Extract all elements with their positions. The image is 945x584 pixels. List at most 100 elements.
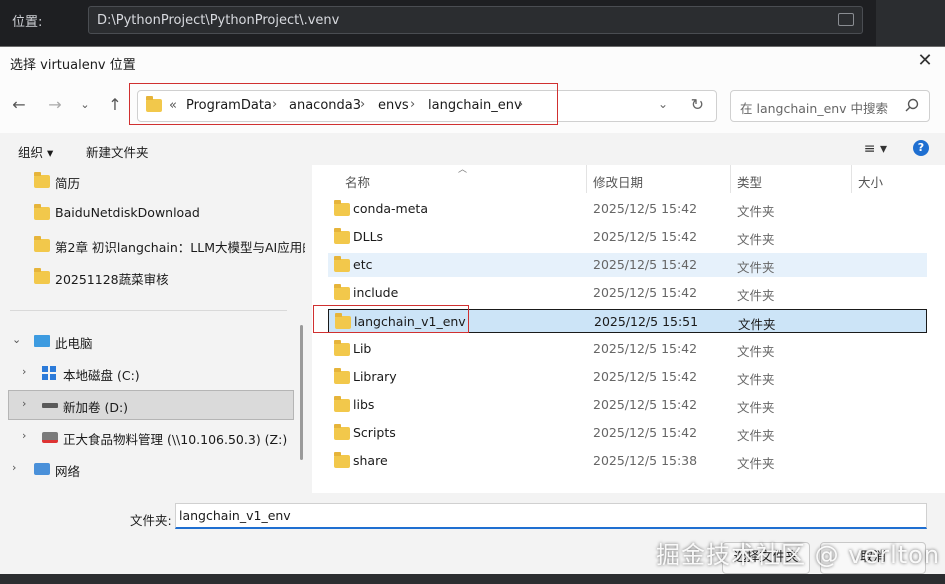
folder-icon [334, 368, 350, 384]
sidebar-item-label: BaiduNetdiskDownload [55, 205, 200, 220]
file-row[interactable]: conda-meta 2025/12/5 15:42 文件夹 [328, 197, 927, 221]
sort-ascending-icon: ︿ [458, 165, 468, 175]
recent-dropdown-icon[interactable]: ⌄ [74, 94, 96, 116]
file-row[interactable]: Scripts 2025/12/5 15:42 文件夹 [328, 421, 927, 445]
folder-icon [34, 172, 50, 188]
file-row[interactable]: etc 2025/12/5 15:42 文件夹 [328, 253, 927, 277]
new-folder-button[interactable]: 新建文件夹 [86, 142, 149, 161]
search-placeholder: 在 langchain_env 中搜索 [740, 101, 889, 116]
back-arrow-icon[interactable]: ← [8, 94, 30, 116]
file-row[interactable]: libs 2025/12/5 15:42 文件夹 [328, 393, 927, 417]
folder-icon [334, 200, 350, 216]
file-type: 文件夹 [737, 260, 775, 275]
forward-arrow-icon[interactable]: → [44, 94, 66, 116]
file-type: 文件夹 [737, 288, 775, 303]
file-date: 2025/12/5 15:42 [593, 257, 698, 272]
column-date[interactable]: 修改日期 [593, 172, 643, 191]
search-icon[interactable] [905, 98, 919, 112]
chevron-right-icon[interactable]: › [12, 461, 16, 474]
sidebar-item-drive-d[interactable]: › 新加卷 (D:) [8, 390, 294, 420]
sidebar-item-label: 网络 [55, 464, 81, 479]
sidebar-item-drive-z[interactable]: › 正大食品物料管理 (\\10.106.50.3) (Z:) [0, 423, 295, 451]
file-date: 2025/12/5 15:42 [593, 369, 698, 384]
file-type: 文件夹 [737, 428, 775, 443]
browse-folder-icon[interactable] [838, 13, 854, 26]
sidebar-item-label: 新加卷 (D:) [63, 400, 129, 415]
search-box[interactable]: 在 langchain_env 中搜索 [730, 90, 930, 122]
highlight-box [313, 305, 469, 333]
file-name: Scripts [353, 425, 396, 440]
organize-menu[interactable]: 组织 ▾ [18, 142, 53, 161]
folder-icon [34, 236, 50, 252]
sidebar-item-label: 简历 [55, 176, 81, 191]
file-row[interactable]: DLLs 2025/12/5 15:42 文件夹 [328, 225, 927, 249]
column-separator[interactable] [586, 165, 587, 193]
file-name: Lib [353, 341, 372, 356]
ide-status-bar [0, 574, 945, 584]
refresh-icon[interactable]: ↻ [691, 95, 704, 114]
windows-drive-icon [42, 366, 56, 380]
folder-icon [334, 228, 350, 244]
sidebar-scrollbar[interactable] [300, 325, 303, 460]
column-separator[interactable] [730, 165, 731, 193]
column-separator[interactable] [851, 165, 852, 193]
sidebar-item[interactable]: 简历 [0, 167, 295, 195]
file-name: DLLs [353, 229, 384, 244]
file-date: 2025/12/5 15:38 [593, 453, 698, 468]
file-row[interactable]: share 2025/12/5 15:38 文件夹 [328, 449, 927, 473]
folder-icon [334, 256, 350, 272]
folder-icon [34, 268, 50, 284]
column-type[interactable]: 类型 [737, 172, 762, 191]
sidebar-item[interactable]: 第2章 初识langchain：LLM大模型与AI应用的 [0, 231, 305, 259]
file-type: 文件夹 [737, 400, 775, 415]
file-row[interactable]: Library 2025/12/5 15:42 文件夹 [328, 365, 927, 389]
sidebar-divider [10, 310, 287, 311]
sidebar-item-drive-c[interactable]: › 本地磁盘 (C:) [0, 359, 295, 387]
file-list: ︿ 名称 修改日期 类型 大小 conda-meta 2025/12/5 15:… [312, 165, 945, 493]
file-date: 2025/12/5 15:51 [594, 314, 699, 329]
dialog-title: 选择 virtualenv 位置 [10, 58, 136, 73]
column-headers: ︿ 名称 修改日期 类型 大小 [312, 165, 945, 193]
command-bar: 组织 ▾ 新建文件夹 ≡ ▾ ? [0, 133, 945, 165]
ide-panel [876, 0, 945, 46]
file-name: include [353, 285, 399, 300]
select-folder-dialog: 选择 virtualenv 位置 ✕ ← → ⌄ ↑ « ProgramData… [0, 46, 945, 584]
location-input[interactable]: D:\PythonProject\PythonProject\.venv [88, 6, 863, 34]
folder-icon [334, 340, 350, 356]
up-arrow-icon[interactable]: ↑ [104, 94, 126, 116]
file-type: 文件夹 [738, 317, 776, 332]
folder-icon [334, 284, 350, 300]
help-icon[interactable]: ? [913, 140, 929, 156]
file-date: 2025/12/5 15:42 [593, 229, 698, 244]
file-name: share [353, 453, 388, 468]
dialog-titlebar: 选择 virtualenv 位置 ✕ [0, 47, 945, 77]
file-name: libs [353, 397, 375, 412]
close-icon[interactable]: ✕ [915, 51, 935, 71]
column-size[interactable]: 大小 [858, 172, 883, 191]
file-row[interactable]: Lib 2025/12/5 15:42 文件夹 [328, 337, 927, 361]
file-date: 2025/12/5 15:42 [593, 341, 698, 356]
file-type: 文件夹 [737, 456, 775, 471]
sidebar-item-this-pc[interactable]: ⌄ 此电脑 [0, 327, 295, 355]
file-name: conda-meta [353, 201, 428, 216]
highlight-box [129, 83, 558, 125]
file-row[interactable]: include 2025/12/5 15:42 文件夹 [328, 281, 927, 305]
view-options-icon[interactable]: ≡ ▾ [864, 141, 887, 157]
file-type: 文件夹 [737, 344, 775, 359]
file-type: 文件夹 [737, 232, 775, 247]
chevron-right-icon[interactable]: › [22, 365, 26, 378]
chevron-right-icon[interactable]: › [22, 429, 26, 442]
sidebar-item[interactable]: BaiduNetdiskDownload [0, 199, 295, 227]
column-name[interactable]: 名称 [345, 172, 370, 191]
network-icon [34, 463, 50, 475]
address-dropdown-icon[interactable]: ⌄ [658, 97, 668, 111]
ide-background: 位置: D:\PythonProject\PythonProject\.venv [0, 0, 945, 46]
sidebar-item[interactable]: 20251128蔬菜审核 [0, 263, 295, 291]
file-date: 2025/12/5 15:42 [593, 285, 698, 300]
folder-icon [34, 204, 50, 220]
chevron-down-icon[interactable]: ⌄ [12, 333, 21, 346]
sidebar-item-network[interactable]: › 网络 [0, 455, 295, 483]
file-name: Library [353, 369, 397, 384]
chevron-right-icon[interactable]: › [22, 397, 26, 410]
folder-name-input[interactable]: langchain_v1_env [175, 503, 927, 529]
